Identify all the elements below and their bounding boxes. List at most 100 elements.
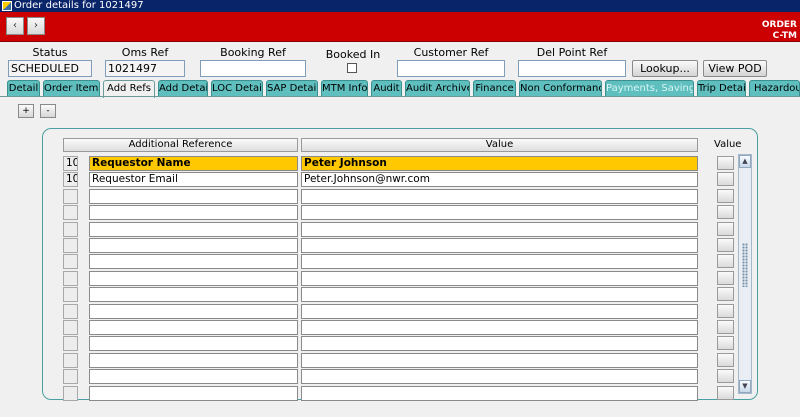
row-value-button[interactable]: [717, 172, 734, 186]
row-index-cell[interactable]: [63, 336, 78, 351]
table-row[interactable]: [0, 254, 800, 269]
grid-scrollbar[interactable]: ▲ ▼: [738, 154, 752, 394]
previous-record-button[interactable]: ‹: [6, 17, 24, 35]
row-index-cell[interactable]: [63, 287, 78, 302]
reference-name-cell[interactable]: Requestor Name: [89, 156, 298, 171]
reference-value-cell[interactable]: [301, 336, 698, 351]
tab-trip-detail[interactable]: Trip Detail: [697, 80, 746, 97]
reference-value-cell[interactable]: [301, 254, 698, 269]
table-row[interactable]: [0, 205, 800, 220]
row-index-cell[interactable]: [63, 320, 78, 335]
reference-value-cell[interactable]: [301, 222, 698, 237]
row-index-cell[interactable]: [63, 271, 78, 286]
table-row[interactable]: [0, 304, 800, 319]
row-index-cell[interactable]: [63, 254, 78, 269]
table-row[interactable]: [0, 369, 800, 384]
row-value-button[interactable]: [717, 304, 734, 318]
tab-audit[interactable]: Audit: [371, 80, 402, 97]
row-value-button[interactable]: [717, 238, 734, 252]
row-value-button[interactable]: [717, 336, 734, 350]
row-value-button[interactable]: [717, 320, 734, 334]
reference-name-cell[interactable]: [89, 271, 298, 286]
reference-value-cell[interactable]: [301, 238, 698, 253]
table-row[interactable]: [0, 271, 800, 286]
column-header-additional-reference[interactable]: Additional Reference: [63, 138, 298, 152]
row-index-cell[interactable]: [63, 222, 78, 237]
row-index-cell[interactable]: [63, 238, 78, 253]
tab-finance[interactable]: Finance: [473, 80, 516, 97]
table-row[interactable]: [0, 386, 800, 401]
lookup-button[interactable]: Lookup...: [632, 60, 698, 77]
row-index-cell[interactable]: [63, 353, 78, 368]
scroll-down-arrow-icon[interactable]: ▼: [739, 380, 751, 393]
customer-ref-field[interactable]: [397, 60, 505, 77]
status-field[interactable]: SCHEDULED: [8, 60, 92, 77]
row-value-button[interactable]: [717, 353, 734, 367]
row-value-button[interactable]: [717, 254, 734, 268]
add-row-button[interactable]: +: [18, 104, 34, 118]
table-row[interactable]: [0, 320, 800, 335]
reference-name-cell[interactable]: [89, 238, 298, 253]
reference-value-cell[interactable]: [301, 287, 698, 302]
row-index-cell[interactable]: [63, 369, 78, 384]
booked-in-checkbox[interactable]: [347, 63, 357, 73]
row-index-cell[interactable]: [63, 205, 78, 220]
reference-name-cell[interactable]: [89, 287, 298, 302]
tab-audit-archive[interactable]: Audit Archive: [405, 80, 470, 97]
reference-name-cell[interactable]: [89, 254, 298, 269]
tab-non-conformance[interactable]: Non Conformance: [519, 80, 602, 97]
reference-name-cell[interactable]: [89, 222, 298, 237]
reference-name-cell[interactable]: [89, 320, 298, 335]
table-row[interactable]: 10 Requestor EmailPeter.Johnson@nwr.com: [0, 172, 800, 187]
remove-row-button[interactable]: -: [40, 104, 56, 118]
reference-value-cell[interactable]: [301, 304, 698, 319]
reference-name-cell[interactable]: [89, 369, 298, 384]
reference-value-cell[interactable]: [301, 205, 698, 220]
reference-name-cell[interactable]: [89, 353, 298, 368]
tab-detail[interactable]: Detail: [7, 80, 40, 97]
tab-add-detail[interactable]: Add Detail: [158, 80, 208, 97]
reference-name-cell[interactable]: [89, 304, 298, 319]
tab-sap-detail[interactable]: SAP Detail: [266, 80, 318, 97]
row-index-cell[interactable]: [63, 304, 78, 319]
reference-value-cell[interactable]: [301, 271, 698, 286]
table-row[interactable]: [0, 287, 800, 302]
tab-loc-detail[interactable]: LOC Detail: [211, 80, 263, 97]
reference-name-cell[interactable]: [89, 386, 298, 401]
table-row[interactable]: [0, 336, 800, 351]
row-value-button[interactable]: [717, 189, 734, 203]
reference-value-cell[interactable]: Peter Johnson: [301, 156, 698, 171]
reference-value-cell[interactable]: [301, 386, 698, 401]
tab-order-items[interactable]: Order Items: [43, 80, 100, 97]
reference-value-cell[interactable]: [301, 320, 698, 335]
reference-name-cell[interactable]: [89, 205, 298, 220]
table-row[interactable]: [0, 238, 800, 253]
oms-ref-field[interactable]: 1021497: [105, 60, 185, 77]
row-value-button[interactable]: [717, 156, 734, 170]
view-pod-button[interactable]: View POD: [703, 60, 767, 77]
column-header-value[interactable]: Value: [301, 138, 698, 152]
row-index-cell[interactable]: 10: [63, 156, 78, 171]
reference-value-cell[interactable]: [301, 353, 698, 368]
row-value-button[interactable]: [717, 271, 734, 285]
row-index-cell[interactable]: 10: [63, 172, 78, 187]
table-row[interactable]: [0, 222, 800, 237]
reference-name-cell[interactable]: Requestor Email: [89, 172, 298, 187]
table-row[interactable]: [0, 189, 800, 204]
row-value-button[interactable]: [717, 369, 734, 383]
table-row[interactable]: 10 Requestor NamePeter Johnson: [0, 156, 800, 171]
scroll-up-arrow-icon[interactable]: ▲: [739, 155, 751, 168]
del-point-ref-field[interactable]: [518, 60, 626, 77]
next-record-button[interactable]: ›: [27, 17, 45, 35]
row-value-button[interactable]: [717, 386, 734, 400]
reference-value-cell[interactable]: Peter.Johnson@nwr.com: [301, 172, 698, 187]
row-index-cell[interactable]: [63, 386, 78, 401]
reference-name-cell[interactable]: [89, 189, 298, 204]
reference-name-cell[interactable]: [89, 336, 298, 351]
scrollbar-grip[interactable]: [742, 243, 748, 287]
reference-value-cell[interactable]: [301, 189, 698, 204]
row-value-button[interactable]: [717, 222, 734, 236]
table-row[interactable]: [0, 353, 800, 368]
tab-mtm-info[interactable]: MTM Info: [321, 80, 368, 97]
row-value-button[interactable]: [717, 287, 734, 301]
